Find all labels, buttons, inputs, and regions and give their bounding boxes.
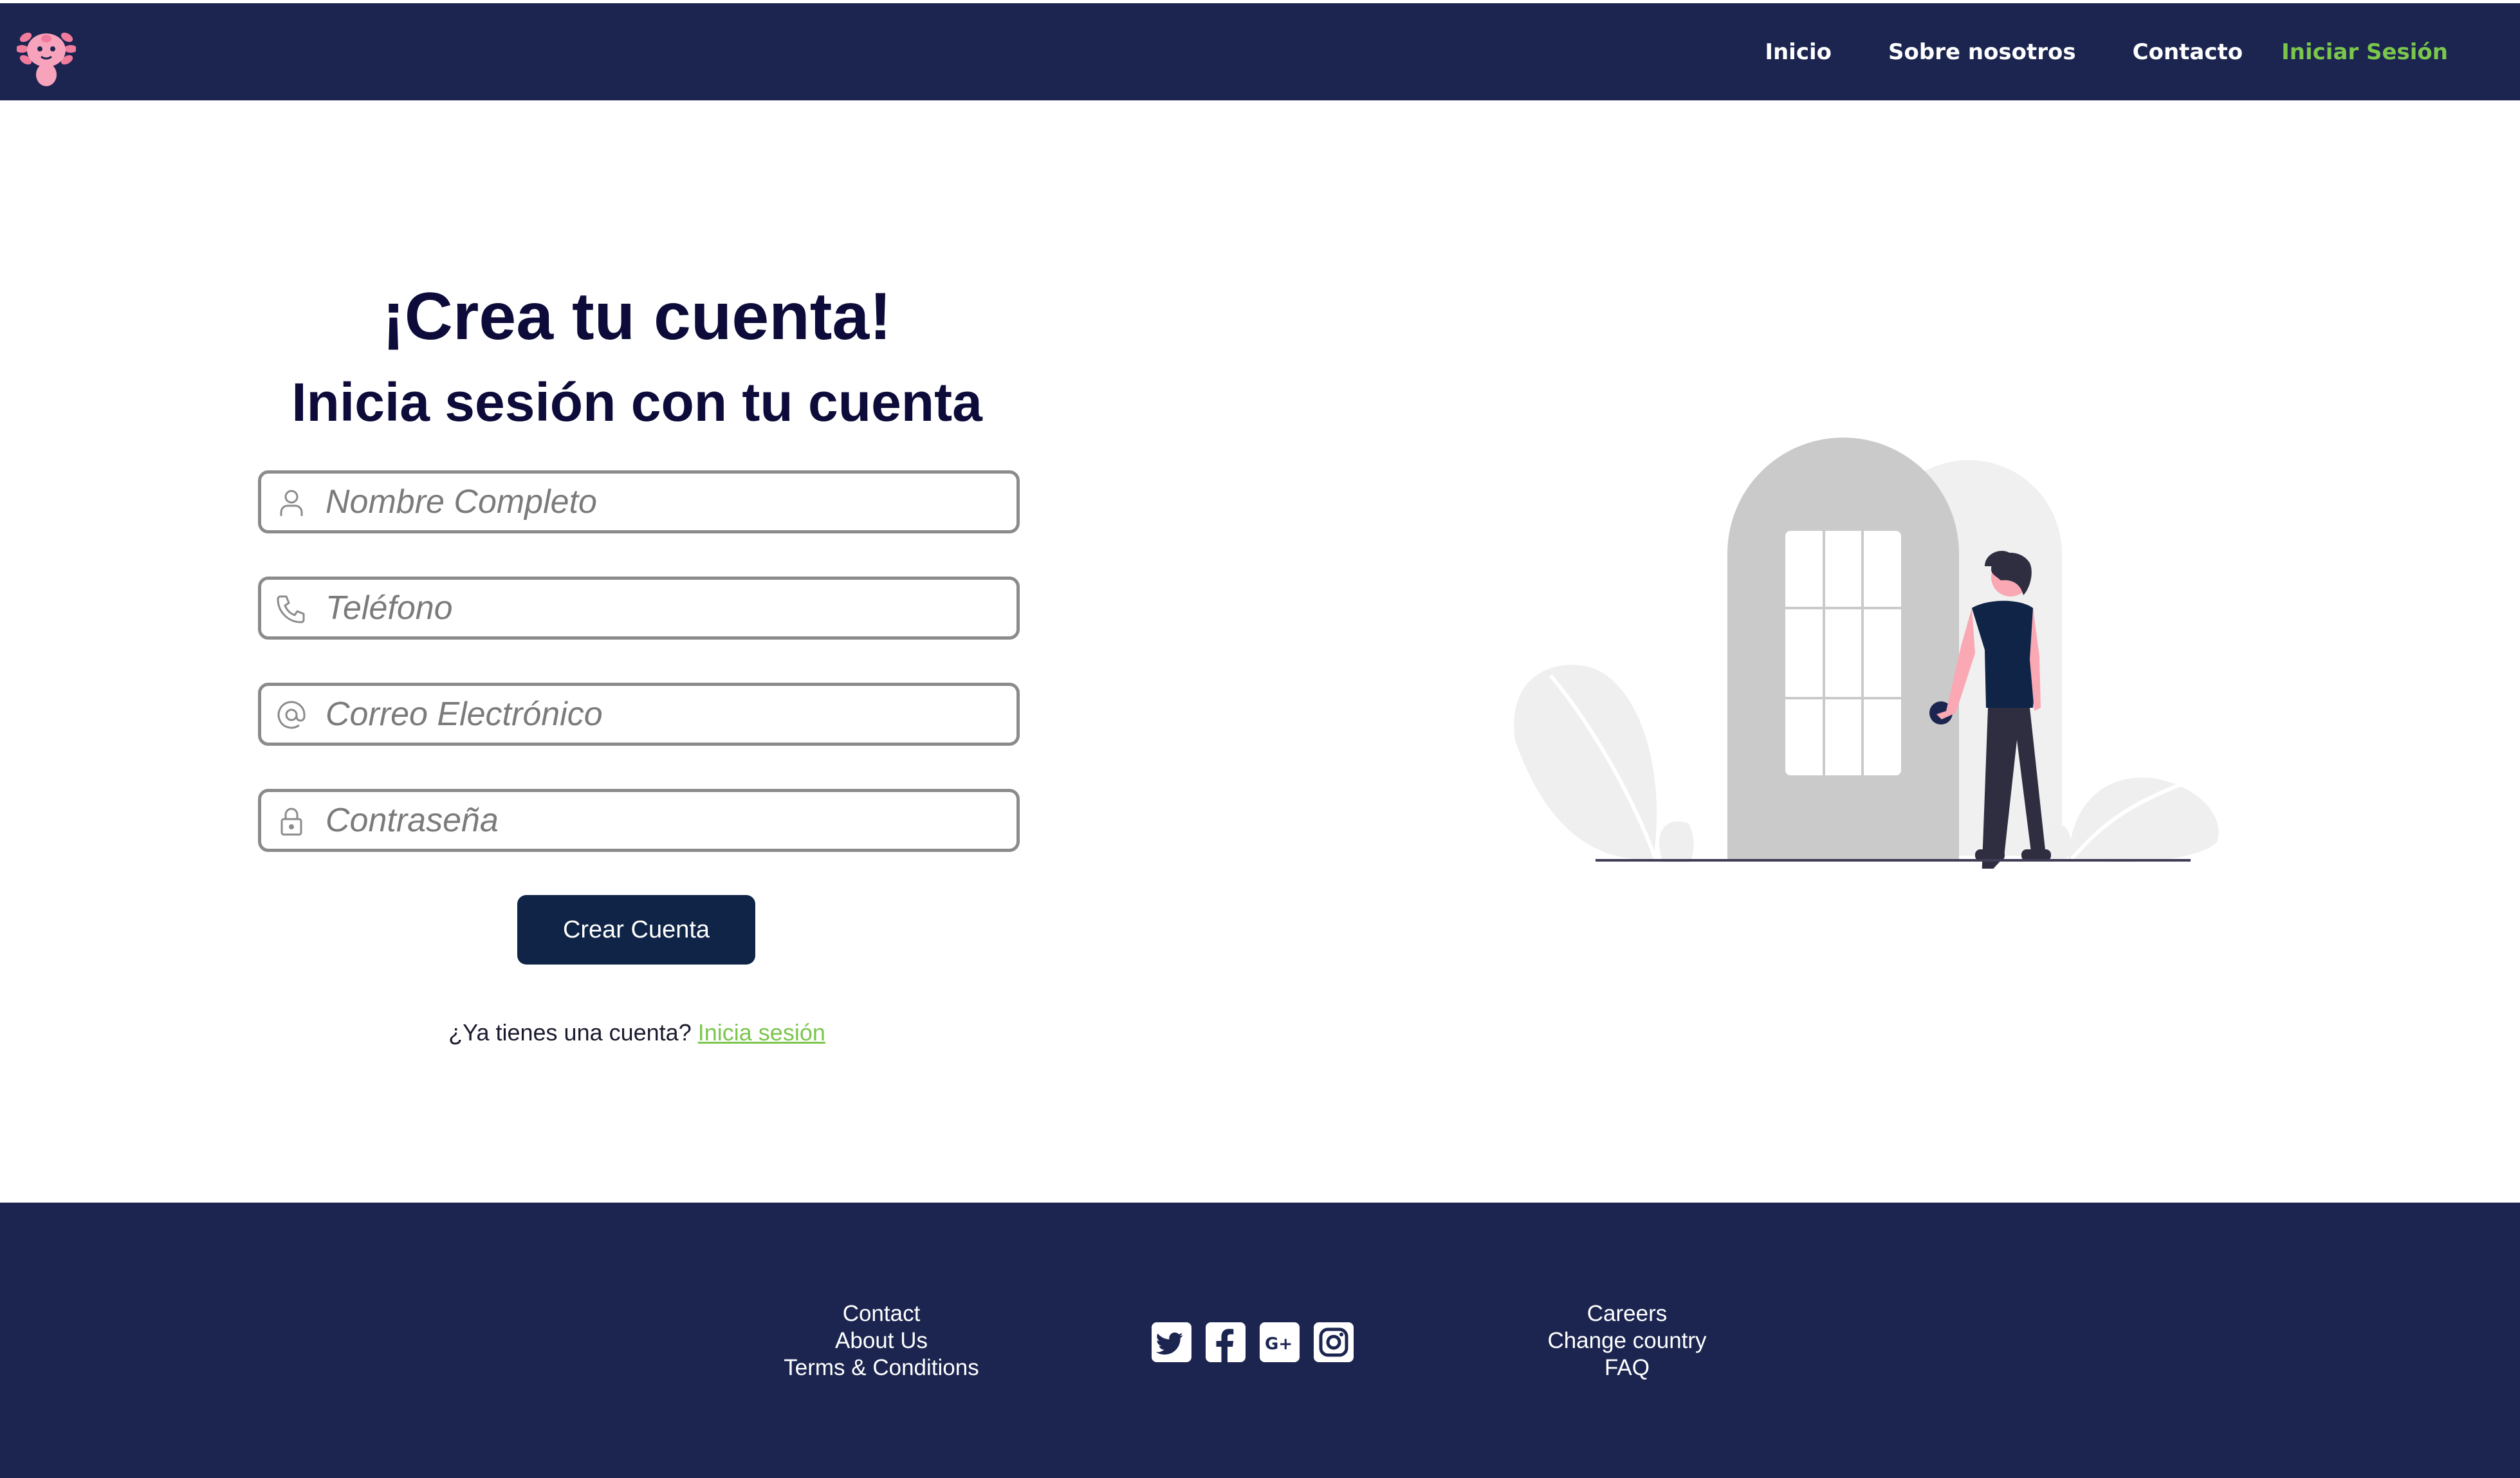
footer-link-change-country[interactable]: Change country: [1466, 1327, 1788, 1354]
svg-text:G+: G+: [1265, 1335, 1292, 1354]
full-name-input[interactable]: [326, 474, 1001, 530]
full-name-field: [258, 470, 1020, 533]
footer-link-contact[interactable]: Contact: [721, 1300, 1042, 1327]
phone-icon: [277, 595, 305, 624]
axolotl-logo[interactable]: [17, 24, 76, 89]
phone-input[interactable]: [326, 580, 1001, 636]
at-icon: [277, 701, 306, 729]
page-title: ¡Crea tu cuenta!: [382, 279, 892, 354]
password-input[interactable]: [326, 792, 1001, 849]
nav-menu: Inicio Sobre nosotros Contacto Iniciar S…: [1708, 3, 2448, 100]
person-at-door-illustration: [1514, 438, 2219, 869]
password-field: [258, 789, 1020, 852]
facebook-icon[interactable]: [1206, 1322, 1246, 1362]
nav-link-sobre-nosotros[interactable]: Sobre nosotros: [1888, 39, 2076, 65]
login-prompt: ¿Ya tienes una cuenta? Inicia sesión: [257, 1019, 1016, 1046]
page-footer: Contact About Us Terms & Conditions G+ C…: [0, 1203, 2520, 1478]
twitter-icon[interactable]: [1152, 1322, 1191, 1362]
login-prompt-text: ¿Ya tienes una cuenta?: [448, 1019, 692, 1046]
lock-icon: [281, 808, 302, 836]
nav-link-iniciar-sesion[interactable]: Iniciar Sesión: [2281, 39, 2448, 65]
phone-field: [258, 577, 1020, 640]
create-account-button[interactable]: Crear Cuenta: [517, 895, 755, 965]
social-links: G+: [1152, 1322, 1368, 1362]
footer-link-terms[interactable]: Terms & Conditions: [721, 1354, 1042, 1381]
email-input[interactable]: [326, 686, 1001, 743]
footer-right-links: Careers Change country FAQ: [1466, 1300, 1788, 1381]
nav-link-inicio[interactable]: Inicio: [1765, 39, 1832, 65]
google-plus-icon[interactable]: G+: [1260, 1322, 1300, 1362]
footer-link-faq[interactable]: FAQ: [1466, 1354, 1788, 1381]
top-navbar: Inicio Sobre nosotros Contacto Iniciar S…: [0, 0, 2520, 100]
footer-link-about-us[interactable]: About Us: [721, 1327, 1042, 1354]
page-subtitle: Inicia sesión con tu cuenta: [291, 372, 982, 432]
plant-left-icon: [1514, 665, 1694, 863]
instagram-icon[interactable]: [1314, 1322, 1354, 1362]
plant-right-icon: [2043, 777, 2219, 862]
footer-left-links: Contact About Us Terms & Conditions: [721, 1300, 1042, 1381]
user-icon: [280, 490, 303, 516]
email-field: [258, 683, 1020, 746]
footer-link-careers[interactable]: Careers: [1466, 1300, 1788, 1327]
login-link[interactable]: Inicia sesión: [698, 1019, 825, 1046]
nav-link-contacto[interactable]: Contacto: [2133, 39, 2243, 65]
